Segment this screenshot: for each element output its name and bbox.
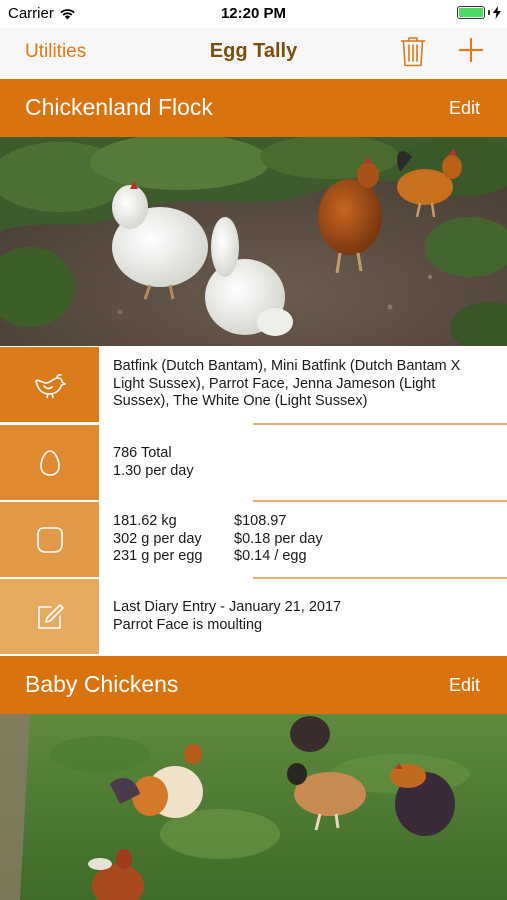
eggs-total: 786 Total (113, 445, 172, 461)
eggs-row[interactable]: 786 Total 1.30 per day (0, 425, 507, 502)
charging-bolt-icon (493, 6, 501, 19)
flock-photo (0, 714, 507, 900)
eggs-icon-cell (0, 425, 99, 500)
flock-title: Baby Chickens (25, 671, 179, 697)
weight-total: 181.62 kg (113, 513, 177, 530)
eggs-summary: 786 Total 1.30 per day (113, 425, 495, 500)
weight-icon (36, 526, 63, 553)
cost-total: $108.97 (234, 513, 287, 530)
eggs-per-day: 1.30 per day (113, 462, 194, 479)
edit-flock-button[interactable]: Edit (449, 675, 480, 696)
birds-row[interactable]: Batfink (Dutch Bantam), Mini Batfink (Du… (0, 347, 507, 424)
weight-cost-row[interactable]: 181.62 kg $108.97 302 g per day $0.18 pe… (0, 502, 507, 579)
chicken-icon (34, 373, 66, 398)
weight-per-day: 302 g per day (113, 530, 202, 547)
diary-icon-cell (0, 579, 99, 654)
edit-icon (37, 603, 64, 629)
cost-per-day: $0.18 per day (234, 530, 323, 547)
navigation-bar: Utilities Egg Tally (0, 28, 507, 78)
status-time: 12:20 PM (220, 5, 287, 22)
egg-icon (39, 449, 60, 476)
flock-header-baby-chickens: Baby Chickens Edit (0, 656, 507, 714)
weight-icon-cell (0, 502, 99, 577)
flock-photo (0, 137, 507, 346)
birds-list-text: Batfink (Dutch Bantam), Mini Batfink (Du… (113, 358, 461, 410)
trash-icon[interactable] (400, 35, 426, 67)
status-bar: Carrier 12:20 PM (0, 0, 507, 28)
battery-tip (488, 10, 490, 15)
birds-list: Batfink (Dutch Bantam), Mini Batfink (Du… (113, 347, 495, 422)
status-right (457, 6, 501, 19)
flock-header-chickenland: Chickenland Flock Edit (0, 79, 507, 137)
plus-icon[interactable] (458, 37, 484, 63)
weight-cost-summary: 181.62 kg $108.97 302 g per day $0.18 pe… (113, 502, 495, 577)
diary-title: Last Diary Entry - January 21, 2017 (113, 599, 342, 615)
flock-title: Chickenland Flock (25, 94, 213, 120)
battery-icon (457, 6, 485, 19)
diary-entry: Parrot Face is moulting (113, 616, 263, 633)
cost-per-egg: $0.14 / egg (234, 548, 307, 565)
weight-cost-grid: 181.62 kg $108.97 302 g per day $0.18 pe… (113, 513, 495, 566)
diary-row[interactable]: Last Diary Entry - January 21, 2017 Parr… (0, 579, 507, 656)
weight-per-egg: 231 g per egg (113, 548, 203, 565)
birds-icon-cell (0, 347, 99, 422)
edit-flock-button[interactable]: Edit (449, 98, 480, 119)
diary-summary: Last Diary Entry - January 21, 2017 Parr… (113, 579, 495, 654)
page-title: Egg Tally (209, 40, 298, 62)
